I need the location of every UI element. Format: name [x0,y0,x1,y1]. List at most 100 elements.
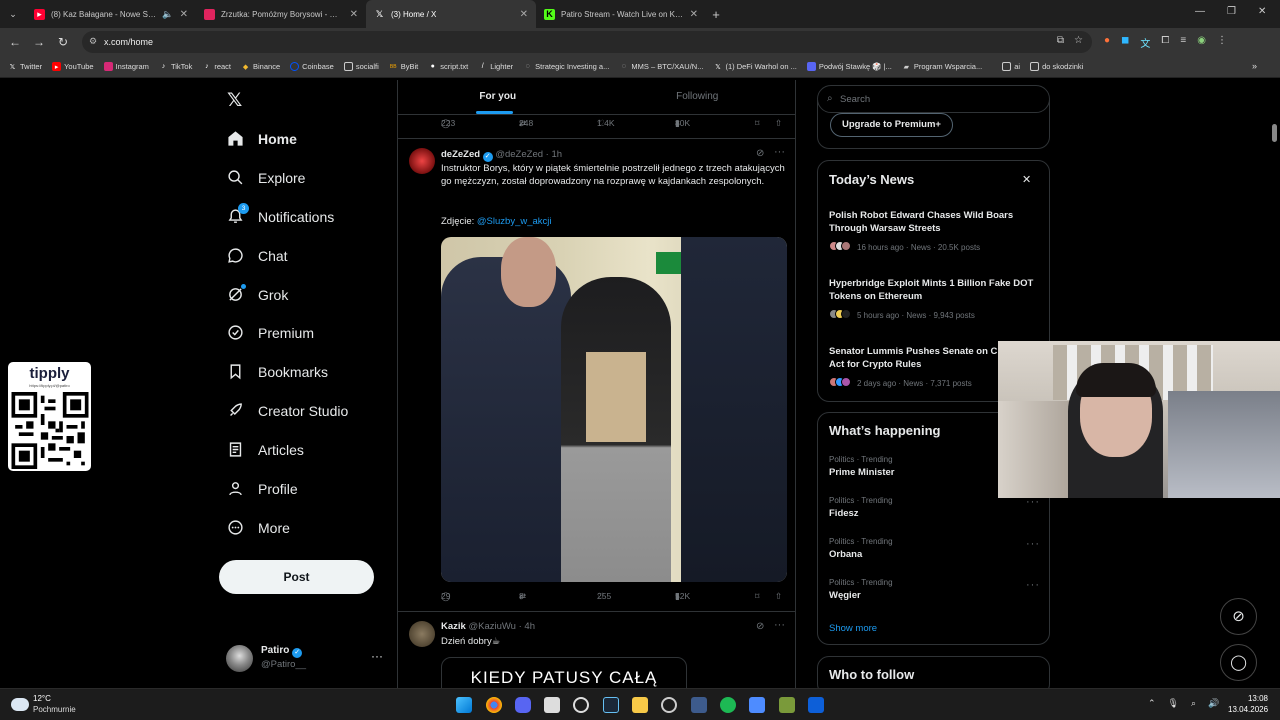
close-icon[interactable]: ✕ [1022,173,1031,186]
spotify-icon[interactable] [720,697,736,713]
browser-menu-icon[interactable]: ⋮ [1217,35,1227,50]
profile-avatar-icon[interactable]: ◉ [1197,35,1206,50]
chrome-icon[interactable] [486,697,502,713]
install-icon[interactable]: ⧉ [1057,35,1064,46]
obs-icon[interactable] [573,697,589,713]
grok-icon[interactable]: ⊘ [756,148,764,159]
bookmark-script[interactable]: ● script.txt [428,62,469,71]
maximize-icon[interactable]: ❐ [1227,6,1236,17]
app-icon[interactable] [779,697,795,713]
author-name[interactable]: Kazik [441,621,466,632]
site-info-icon[interactable]: ⚙ [89,36,97,47]
sidebar-item-more[interactable]: More [227,519,290,536]
upgrade-premium-button[interactable]: Upgrade to Premium+ [830,113,953,137]
app-icon[interactable] [749,697,765,713]
tweet-more-icon[interactable]: ··· [774,619,785,631]
extension-translate-icon[interactable]: 文 [1140,35,1150,50]
news-headline[interactable]: Polish Robot Edward Chases Wild Boars Th… [829,209,1039,235]
reload-icon[interactable]: ↻ [51,35,75,49]
account-more-icon[interactable]: ··· [371,649,383,663]
avatar[interactable] [409,621,435,647]
bookmark-instagram[interactable]: Instagram [103,62,149,71]
tray-overflow-icon[interactable]: ⌃ [1148,698,1156,709]
bookmark-defi[interactable]: 𝕏 (1) DeFi Warhol on ... [713,62,797,71]
share-icon[interactable]: ⇧ [775,591,782,602]
bookmark-react[interactable]: ♪ react [202,62,231,71]
sidebar-item-grok[interactable]: Grok [227,284,288,303]
author-name[interactable]: deZeZed [441,149,480,160]
grok-icon[interactable]: ⊘ [756,621,764,632]
windows-start-icon[interactable] [456,697,472,713]
news-headline[interactable]: Hyperbridge Exploit Mints 1 Billion Fake… [829,277,1039,303]
forward-icon[interactable]: → [27,35,51,49]
bookmark-lighter[interactable]: / Lighter [478,62,513,71]
clock-date[interactable]: 13.04.2026 [1228,705,1268,714]
weather-temp[interactable]: 12°C [33,694,51,703]
more-bookmarks-icon[interactable]: » [1252,61,1257,71]
app-c-icon[interactable] [661,697,677,713]
url-field[interactable]: ⚙ x.com/home ⧉ ☆ [82,31,1092,53]
sidebar-item-creator-studio[interactable]: Creator Studio [227,402,348,419]
sidebar-item-articles[interactable]: Articles [227,441,304,458]
share-icon[interactable]: ⇧ [775,118,782,129]
account-switcher[interactable]: Patiro ✓ @Patiro__ ··· [226,645,386,673]
weather-desc[interactable]: Pochmurnie [33,705,76,714]
app-icon[interactable] [691,697,707,713]
bookmark-youtube[interactable]: ▸ YouTube [52,62,94,71]
bookmark-podwoj[interactable]: Podwój Stawkę 🎲 |... [806,62,892,71]
close-tab-icon[interactable]: ✕ [350,9,358,20]
tweet-image[interactable] [441,237,787,582]
author-handle[interactable]: @deZeZed [495,149,543,160]
star-icon[interactable]: ☆ [1074,35,1083,46]
extensions-puzzle-icon[interactable]: ⧠ [1161,35,1169,50]
avatar[interactable] [409,148,435,174]
sidebar-item-profile[interactable]: Profile [227,480,298,497]
trend-item[interactable]: Politics · Trending Fidesz [829,496,893,519]
bookmark-bybit[interactable]: BB ByBit [389,62,418,71]
back-icon[interactable]: ← [3,35,27,49]
volume-icon[interactable]: 🔊 [1208,698,1219,709]
sidebar-item-chat[interactable]: Chat [227,247,288,264]
sidebar-item-explore[interactable]: Explore [227,169,305,186]
bookmark-icon[interactable]: ⌑ [755,118,759,129]
tweet-image[interactable]: KIEDY PATUSY CAŁĄ [441,657,687,688]
discord-icon[interactable] [515,697,531,713]
grok-float-button[interactable]: ⊘ [1220,598,1257,635]
minimize-icon[interactable]: — [1195,6,1205,17]
tweet-more-icon[interactable]: ··· [774,146,785,158]
bookmark-coinbase[interactable]: Coinbase [290,62,334,71]
browser-tab-4[interactable]: K Patiro Stream - Watch Live on K… ✕ [536,0,706,28]
bookmark-skodzinki[interactable]: do skodzinki [1030,62,1083,71]
reading-list-icon[interactable]: ≡ [1180,35,1186,50]
bookmark-icon[interactable]: ⌑ [755,591,759,602]
mention-link[interactable]: @Sluzby_w_akcji [477,216,552,227]
microphone-icon[interactable]: 🎙 [1168,698,1179,709]
bookmark-program[interactable]: ▰ Program Wsparcia... [902,62,983,71]
app-x-icon[interactable] [808,697,824,713]
sidebar-item-bookmarks[interactable]: Bookmarks [227,363,328,380]
show-more-link[interactable]: Show more [829,623,877,634]
notepad-icon[interactable] [544,697,560,713]
browser-tab-3[interactable]: 𝕏 (3) Home / X ✕ [366,0,536,28]
extension-fox-icon[interactable]: ● [1104,35,1110,50]
bookmark-socialfi[interactable]: socialfi [343,62,379,71]
browser-tab-1[interactable]: ▸ (8) Kaz Bałagane - Nowe S… 🔈 ✕ [26,0,196,28]
x-logo-icon[interactable]: 𝕏 [227,89,242,112]
bookmark-tiktok[interactable]: ♪ TikTok [159,62,193,71]
trend-item[interactable]: Politics · Trending Orbana [829,537,893,560]
close-tab-icon[interactable]: ✕ [180,9,188,20]
bookmark-mms[interactable]: ◌ MMS – BTC/XAU/N... [619,62,704,71]
sidebar-item-premium[interactable]: Premium [227,324,314,341]
close-tab-icon[interactable]: ✕ [520,9,528,20]
trend-item[interactable]: Politics · Trending Prime Minister [829,455,894,478]
tab-for-you[interactable]: For you [398,80,598,114]
tweet-time[interactable]: 1h [551,149,562,160]
network-icon[interactable]: ⌕ [1191,698,1196,709]
file-explorer-icon[interactable] [632,697,648,713]
sidebar-item-home[interactable]: Home [227,130,297,147]
tab-search-icon[interactable]: ⌄ [0,9,26,20]
messages-float-button[interactable]: ◯ [1220,644,1257,681]
tweet-time[interactable]: 4h [524,621,535,632]
author-handle[interactable]: @KaziuWu [468,621,516,632]
close-tab-icon[interactable]: ✕ [690,9,698,20]
